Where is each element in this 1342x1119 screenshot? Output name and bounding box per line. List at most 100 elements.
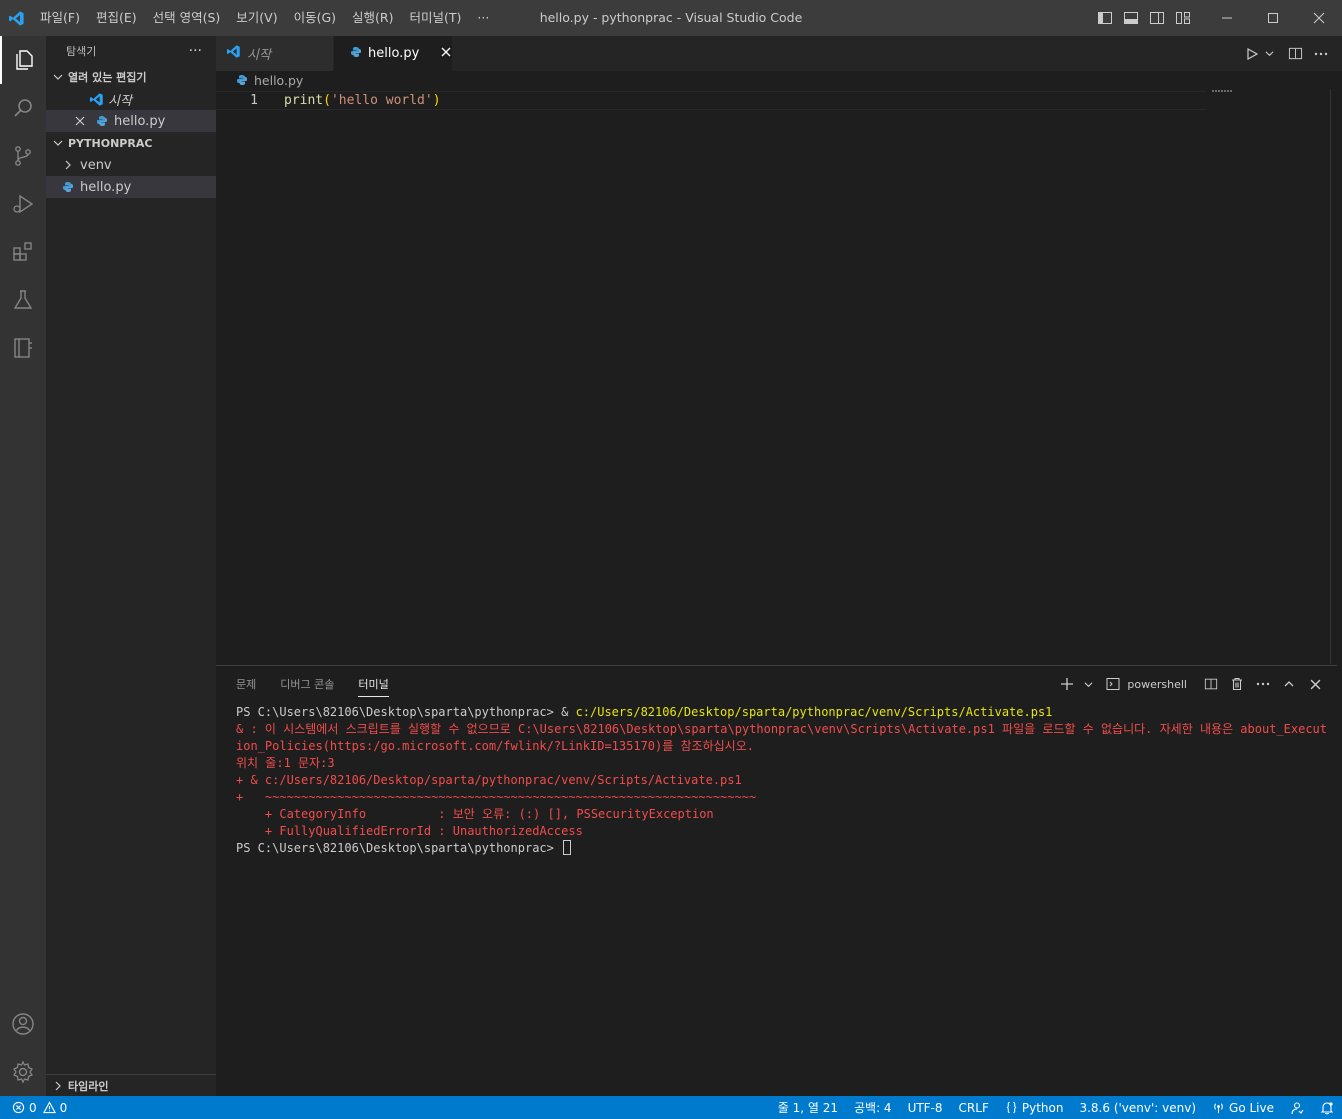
cursor-position[interactable]: 줄 1, 열 21: [778, 1099, 838, 1116]
code-token-function: print: [284, 93, 324, 108]
close-window-icon[interactable]: [1296, 0, 1342, 36]
close-editor-icon[interactable]: [72, 113, 88, 129]
folder-label: PYTHONPRAC: [68, 136, 153, 150]
terminal-error-line: + & c:/Users/82106/Desktop/sparta/python…: [236, 773, 742, 787]
trash-icon[interactable]: [1225, 672, 1249, 696]
language-mode[interactable]: Python: [1005, 1100, 1064, 1115]
tab-label: 시작: [247, 48, 271, 63]
braces-icon: [1005, 1101, 1018, 1114]
split-terminal-icon[interactable]: [1199, 672, 1223, 696]
feedback-icon[interactable]: [1290, 1101, 1304, 1115]
notebook-icon[interactable]: [0, 324, 46, 372]
tab-hello[interactable]: hello.py: [334, 36, 453, 71]
error-icon: [12, 1101, 25, 1114]
accounts-icon[interactable]: [0, 1000, 46, 1048]
maximize-panel-icon[interactable]: [1277, 672, 1301, 696]
source-control-icon[interactable]: [0, 132, 46, 180]
tab-problems[interactable]: 문제: [236, 676, 256, 697]
breadcrumb[interactable]: hello.py: [216, 71, 1336, 89]
language-label: Python: [1021, 1100, 1064, 1115]
explorer-icon[interactable]: [0, 36, 46, 84]
menu-selection[interactable]: 선택 영역(S): [145, 0, 229, 36]
menu-run[interactable]: 실행(R): [344, 0, 401, 36]
explorer-more-button[interactable]: ···: [189, 43, 202, 59]
open-editor-item-hello[interactable]: hello.py: [46, 110, 216, 132]
menu-view[interactable]: 보기(V): [228, 0, 285, 36]
customize-layout-icon[interactable]: [1170, 0, 1196, 36]
toggle-sidebar-icon[interactable]: [1092, 0, 1118, 36]
menu-terminal[interactable]: 터미널(T): [402, 0, 470, 36]
new-terminal-icon[interactable]: [1055, 672, 1079, 696]
run-dropdown-icon[interactable]: [1262, 36, 1276, 71]
file-encoding[interactable]: UTF-8: [908, 1101, 943, 1115]
problems-status[interactable]: 0 0: [0, 1101, 67, 1115]
notifications-bell-icon[interactable]: [1320, 1101, 1334, 1115]
bottom-panel: 문제 디버그 콘솔 터미널 powershell PS C:\Users\821…: [216, 665, 1337, 1096]
settings-gear-icon[interactable]: [0, 1048, 46, 1096]
folder-section[interactable]: PYTHONPRAC: [46, 132, 216, 154]
menu-file[interactable]: 파일(F): [32, 0, 88, 36]
terminal-shell-icon[interactable]: [1101, 672, 1125, 696]
vscode-icon: [88, 91, 104, 107]
split-editor-icon[interactable]: [1282, 36, 1308, 71]
terminal-dropdown-icon[interactable]: [1081, 672, 1095, 696]
breadcrumb-file[interactable]: hello.py: [254, 73, 303, 88]
tab-start[interactable]: 시작: [216, 36, 334, 71]
chevron-right-icon: [50, 1078, 66, 1094]
terminal-prompt: PS C:\Users\82106\Desktop\sparta\pythonp…: [236, 841, 562, 855]
run-file-icon[interactable]: [1242, 36, 1262, 71]
explorer-header: 탐색기 ···: [46, 36, 216, 66]
run-debug-icon[interactable]: [0, 180, 46, 228]
tab-debug-console[interactable]: 디버그 콘솔: [280, 676, 334, 697]
tab-terminal[interactable]: 터미널: [358, 676, 389, 697]
terminal-line: PS C:\Users\82106\Desktop\sparta\pythonp…: [236, 840, 1327, 857]
terminal-error-line: + FullyQualifiedErrorId : UnauthorizedAc…: [236, 824, 583, 838]
error-count: 0: [29, 1100, 37, 1115]
maximize-icon[interactable]: [1250, 0, 1296, 36]
vscode-icon: [226, 44, 241, 63]
terminal-error-line: + ~~~~~~~~~~~~~~~~~~~~~~~~~~~~~~~~~~~~~~…: [236, 790, 757, 804]
close-panel-icon[interactable]: [1303, 672, 1327, 696]
testing-flask-icon[interactable]: [0, 276, 46, 324]
minimize-icon[interactable]: [1204, 0, 1250, 36]
indentation[interactable]: 공백: 4: [854, 1099, 892, 1116]
code-editor[interactable]: 1 print('hello world'): [216, 89, 1336, 664]
editor-scrollbar[interactable]: [1330, 89, 1336, 664]
minimap[interactable]: [1212, 90, 1232, 92]
toggle-secondary-sidebar-icon[interactable]: [1144, 0, 1170, 36]
menu-more[interactable]: ···: [469, 0, 497, 36]
python-interpreter[interactable]: 3.8.6 ('venv': venv): [1079, 1101, 1196, 1115]
code-line[interactable]: 1 print('hello world'): [216, 91, 1206, 110]
terminal-cursor: [563, 840, 572, 855]
tree-item-hello[interactable]: hello.py: [46, 176, 216, 198]
warning-count: 0: [59, 1100, 68, 1115]
toggle-panel-icon[interactable]: [1118, 0, 1144, 36]
warning-icon: [42, 1101, 56, 1114]
code-text[interactable]: print('hello world'): [284, 93, 441, 108]
editor-more-icon[interactable]: [1308, 36, 1334, 71]
timeline-section[interactable]: 타임라인: [46, 1074, 216, 1096]
python-file-icon: [350, 46, 362, 62]
close-tab-icon[interactable]: [441, 46, 451, 61]
search-icon[interactable]: [0, 84, 46, 132]
line-number: 1: [250, 93, 258, 108]
go-live-button[interactable]: Go Live: [1212, 1101, 1274, 1115]
explorer-title: 탐색기: [66, 45, 97, 58]
panel-more-icon[interactable]: [1251, 672, 1275, 696]
open-editor-label: 시작: [108, 93, 132, 109]
tree-item-venv[interactable]: venv: [46, 154, 216, 176]
open-editors-section[interactable]: 열려 있는 편집기: [46, 66, 216, 88]
extensions-icon[interactable]: [0, 228, 46, 276]
terminal-prompt: PS C:\Users\82106\Desktop\sparta\pythonp…: [236, 705, 576, 719]
terminal-error-line: + CategoryInfo : 보안 오류: (:) [], PSSecuri…: [236, 807, 714, 821]
status-bar: 0 0 줄 1, 열 21 공백: 4 UTF-8 CRLF Python 3.…: [0, 1096, 1342, 1119]
menu-go[interactable]: 이동(G): [286, 0, 344, 36]
menu-edit[interactable]: 편집(E): [88, 0, 145, 36]
tree-item-label: venv: [80, 157, 112, 173]
open-editor-item-start[interactable]: 시작: [46, 88, 216, 110]
code-token-paren: ): [432, 93, 441, 108]
python-file-icon: [236, 74, 248, 86]
line-ending[interactable]: CRLF: [959, 1101, 989, 1115]
terminal-shell-name[interactable]: powershell: [1127, 678, 1187, 691]
terminal-output[interactable]: PS C:\Users\82106\Desktop\sparta\pythonp…: [236, 704, 1327, 857]
